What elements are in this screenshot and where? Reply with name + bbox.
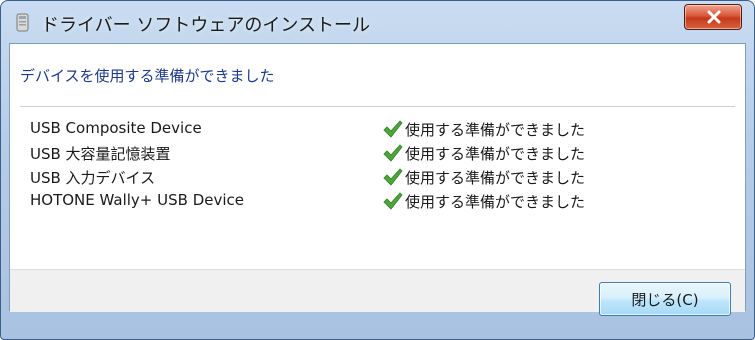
title-bar[interactable]: ドライバー ソフトウェアのインストール [1, 1, 754, 43]
device-row: USB 入力デバイス 使用する準備ができました [10, 165, 745, 189]
close-icon [707, 10, 721, 24]
device-name: USB 入力デバイス [30, 169, 156, 187]
window-close-button[interactable] [684, 4, 742, 30]
status-text: 使用する準備ができました [405, 145, 586, 163]
device-row: USB 大容量記憶装置 使用する準備ができました [10, 141, 745, 165]
check-icon [383, 144, 403, 162]
status-text: 使用する準備ができました [405, 121, 586, 139]
dialog-window: ドライバー ソフトウェアのインストール デバイスを使用する準備ができました US… [0, 0, 755, 340]
device-name: USB 大容量記憶装置 [30, 145, 171, 163]
check-icon [383, 120, 403, 138]
window-title: ドライバー ソフトウェアのインストール [41, 15, 370, 36]
status-heading: デバイスを使用する準備ができました [20, 67, 275, 85]
content-panel: デバイスを使用する準備ができました USB Composite Device 使… [9, 43, 746, 316]
button-bar: 閉じる(C) [10, 269, 745, 316]
installer-icon [15, 13, 31, 33]
close-button[interactable]: 閉じる(C) [599, 282, 731, 316]
divider [20, 106, 735, 107]
device-list: USB Composite Device 使用する準備ができました USB 大容… [10, 117, 745, 213]
status-text: 使用する準備ができました [405, 169, 586, 187]
device-name: USB Composite Device [30, 119, 202, 137]
device-row: HOTONE Wally+ USB Device 使用する準備ができました [10, 189, 745, 213]
status-text: 使用する準備ができました [405, 193, 586, 211]
check-icon [383, 192, 403, 210]
device-row: USB Composite Device 使用する準備ができました [10, 117, 745, 141]
device-name: HOTONE Wally+ USB Device [30, 191, 244, 209]
check-icon [383, 168, 403, 186]
